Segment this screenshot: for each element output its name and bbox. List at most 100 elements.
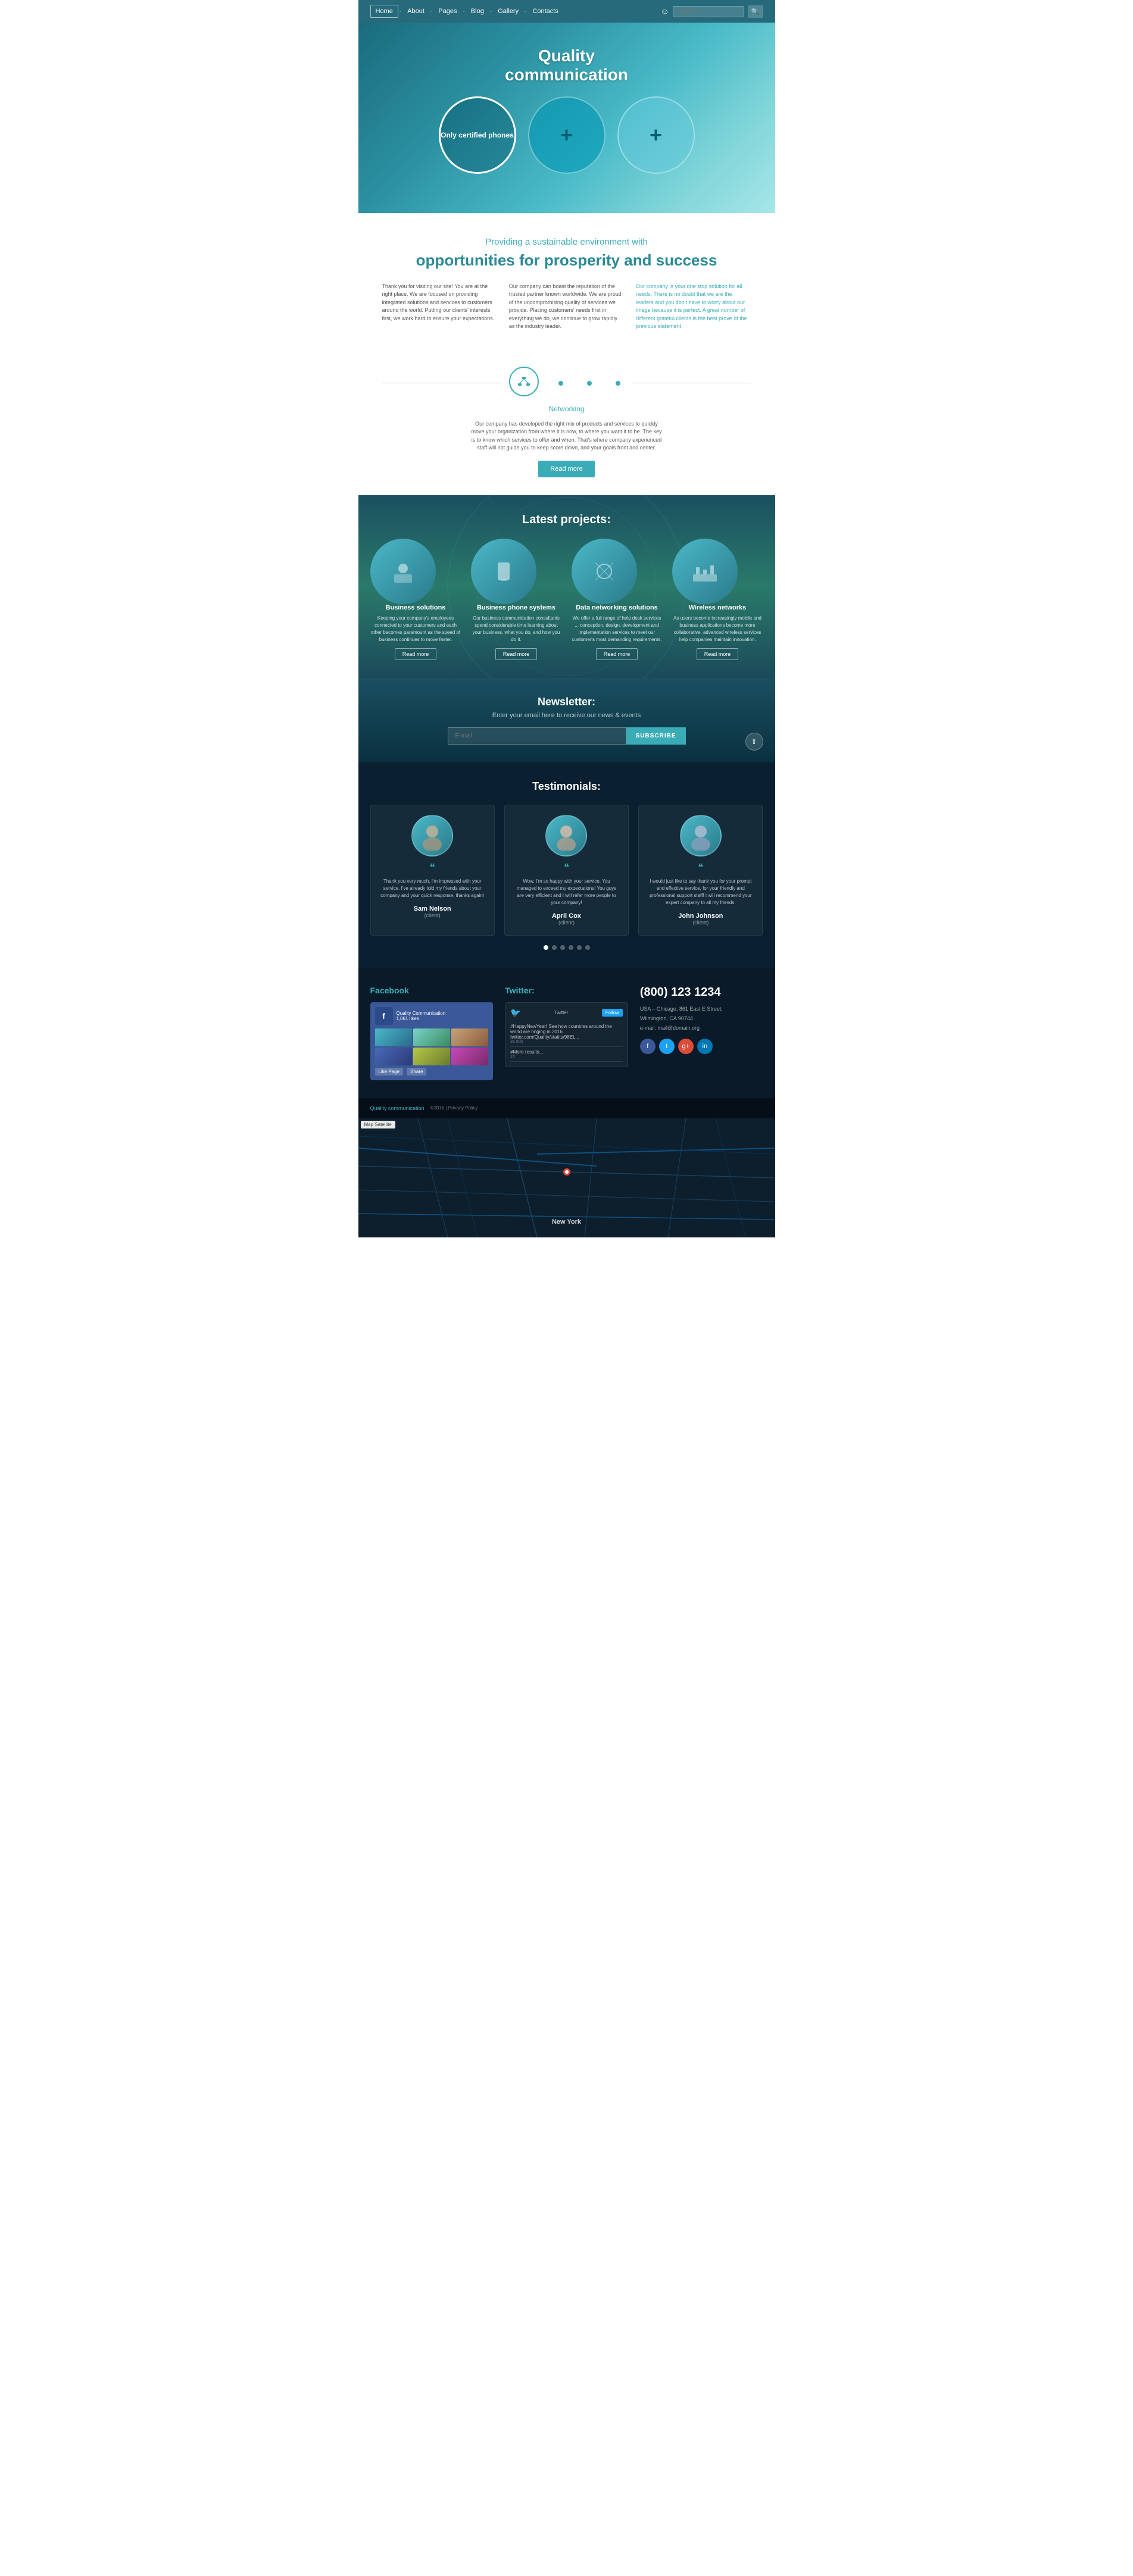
- project-btn-4[interactable]: Read more: [697, 648, 739, 660]
- testimonial-role-1: (client): [380, 912, 485, 918]
- testimonials-cards: ❝ Thank you very much, I'm impressed wit…: [370, 805, 763, 936]
- project-desc-4: As users become increasingly mobile and …: [672, 615, 763, 643]
- project-title-3: Data networking solutions: [572, 604, 663, 611]
- project-img-3: [572, 539, 637, 604]
- project-btn-2[interactable]: Read more: [495, 648, 538, 660]
- sustain-section: Providing a sustainable environment with…: [358, 213, 775, 361]
- nav-about[interactable]: About: [402, 5, 429, 17]
- tweet-2: #More results... 1h: [510, 1047, 623, 1062]
- fb-actions: Like Page Share: [375, 1068, 489, 1076]
- hero-title: Qualitycommunication: [370, 46, 763, 85]
- fb-share-button[interactable]: Share: [407, 1068, 426, 1076]
- plus-icon-2: +: [650, 123, 662, 148]
- fb-like-button[interactable]: Like Page: [375, 1068, 404, 1076]
- project-btn-3[interactable]: Read more: [596, 648, 638, 660]
- subscribe-button[interactable]: SUBSCRIBE: [626, 727, 686, 745]
- search-input[interactable]: [673, 6, 744, 17]
- hero-circle-1: Only certified phones: [439, 96, 516, 174]
- social-twitter-icon[interactable]: t: [659, 1039, 675, 1054]
- networking-section: Networking Our company has developed the…: [358, 361, 775, 495]
- net-dot-1: [558, 381, 563, 386]
- newsletter-form: SUBSCRIBE: [448, 727, 686, 745]
- search-button[interactable]: 🔍: [748, 5, 763, 18]
- nav-blog[interactable]: Blog: [466, 5, 489, 17]
- map-city: New York: [552, 1218, 581, 1226]
- tweet-1: #HappyNewYear! See how countries around …: [510, 1021, 623, 1047]
- nav-pages[interactable]: Pages: [433, 5, 461, 17]
- footer-bottom: Quality communication ©2016 | Privacy Po…: [358, 1098, 775, 1118]
- fb-page-name: Quality Communication: [397, 1011, 446, 1016]
- tdot-2[interactable]: [552, 945, 557, 950]
- quote-icon-1: ❝: [380, 861, 485, 873]
- tdot-6[interactable]: [585, 945, 590, 950]
- fb-thumb-6: [451, 1048, 488, 1065]
- scroll-top-button[interactable]: ⇧: [745, 733, 763, 751]
- footer-brand-link[interactable]: Quality communication: [370, 1105, 425, 1111]
- contact-info: USA – Chicago, 861 East E Street,Wilming…: [640, 1004, 763, 1033]
- social-linkedin-icon[interactable]: in: [697, 1039, 713, 1054]
- fb-thumb-3: [451, 1028, 488, 1046]
- user-icon[interactable]: ☺: [661, 7, 669, 16]
- testimonial-name-1: Sam Nelson: [380, 905, 485, 912]
- project-img-4: [672, 539, 738, 604]
- fb-thumb-5: [413, 1048, 450, 1065]
- social-icons: f t g+ in: [640, 1039, 763, 1054]
- testimonial-role-3: (client): [648, 920, 753, 926]
- testimonial-dots: [370, 945, 763, 950]
- project-cards: Business solutions Keeping your company'…: [370, 539, 763, 660]
- tweet-text-1: #HappyNewYear! See how countries around …: [510, 1024, 623, 1040]
- project-desc-3: We offer a full range of help desk servi…: [572, 615, 663, 643]
- avatar-img-3: [681, 815, 720, 856]
- project-btn-1[interactable]: Read more: [395, 648, 437, 660]
- map-label[interactable]: Map Satellite: [361, 1121, 395, 1128]
- nav-sep-2: -: [430, 8, 432, 15]
- tdot-5[interactable]: [577, 945, 582, 950]
- sustain-subtitle: Providing a sustainable environment with: [382, 237, 751, 247]
- hero-circle-2: +: [528, 96, 605, 174]
- sustain-col-3: Our company is your one stop solution fo…: [636, 283, 751, 331]
- sustain-col-2: Our company can boast the reputation of …: [509, 283, 624, 331]
- tdot-1[interactable]: [544, 945, 548, 950]
- nav-sep-1: -: [399, 8, 401, 15]
- social-googleplus-icon[interactable]: g+: [678, 1039, 694, 1054]
- tdot-4[interactable]: [569, 945, 573, 950]
- quote-icon-3: ❝: [648, 861, 753, 873]
- twitter-handle: Twitter: [554, 1010, 569, 1015]
- fb-logo-icon: f: [375, 1007, 393, 1025]
- tweet-time-2: 1h: [510, 1055, 623, 1059]
- newsletter-section: Newsletter: Enter your email here to rec…: [358, 678, 775, 762]
- footer-copyright: ©2016 | Privacy Policy: [430, 1105, 478, 1111]
- testimonial-avatar-1: [411, 815, 453, 856]
- testimonials-title: Testimonials:: [370, 780, 763, 793]
- fb-thumb-4: [375, 1048, 412, 1065]
- tweet-text-2: #More results...: [510, 1049, 623, 1055]
- net-label: Networking: [382, 405, 751, 413]
- tdot-3[interactable]: [560, 945, 565, 950]
- testimonial-text-2: Wow, I'm so happy with your service. You…: [514, 878, 619, 906]
- testimonial-avatar-2: [545, 815, 587, 856]
- nav-home[interactable]: Home: [370, 5, 398, 18]
- newsletter-email-input[interactable]: [448, 727, 626, 745]
- nav-contacts[interactable]: Contacts: [528, 5, 563, 17]
- twitter-follow-button[interactable]: Follow: [602, 1009, 623, 1017]
- project-title-2: Business phone systems: [471, 604, 562, 611]
- facebook-box: f Quality Communication 1,061 likes Like…: [370, 1002, 494, 1080]
- project-img-1: [370, 539, 436, 604]
- sustain-title: opportunities for prosperity and success: [382, 251, 751, 271]
- nav-gallery[interactable]: Gallery: [493, 5, 523, 17]
- twitter-bird-icon: 🐦: [510, 1008, 520, 1018]
- project-card-2: Business phone systems Our business comm…: [471, 539, 562, 660]
- twitter-widget-title: Twitter:: [505, 986, 628, 995]
- hero-circle-1-text: Only certified phones: [441, 131, 514, 139]
- testimonial-text-3: I would just like to say thank you for y…: [648, 878, 753, 906]
- map-background: Map Satellite New York: [358, 1118, 775, 1237]
- social-facebook-icon[interactable]: f: [640, 1039, 656, 1054]
- hero-circles: Only certified phones + +: [370, 96, 763, 174]
- read-more-button[interactable]: Read more: [538, 461, 594, 477]
- testimonial-card-2: ❝ Wow, I'm so happy with your service. Y…: [504, 805, 629, 936]
- footer-links: Quality communication ©2016 | Privacy Po…: [370, 1105, 478, 1111]
- newsletter-title: Newsletter:: [370, 696, 763, 708]
- twitter-box: 🐦 Twitter Follow #HappyNewYear! See how …: [505, 1002, 628, 1067]
- projects-title: Latest projects:: [370, 513, 763, 527]
- quote-icon-2: ❝: [514, 861, 619, 873]
